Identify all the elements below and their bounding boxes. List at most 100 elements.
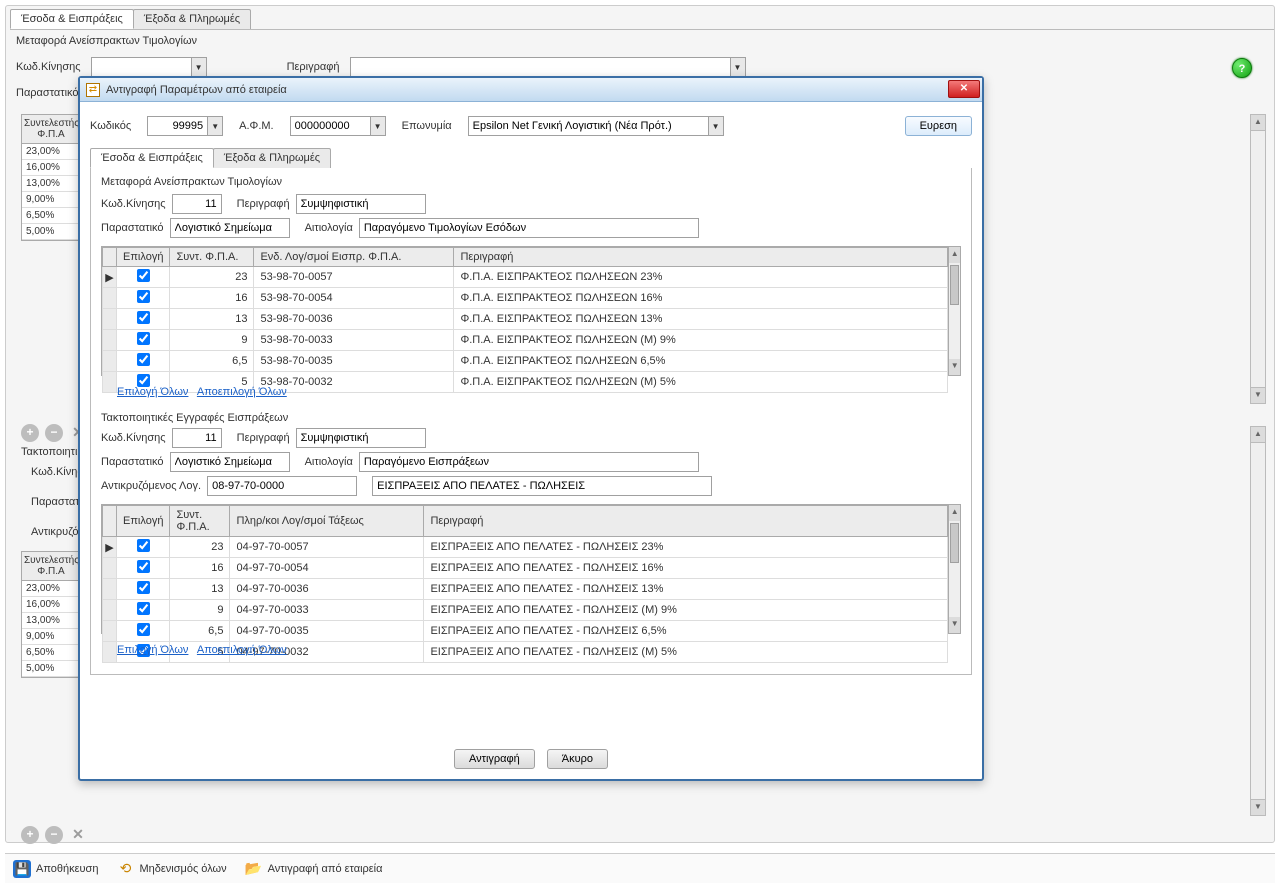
row-account: 53-98-70-0035	[254, 351, 454, 372]
sec2-kod-label: Κωδ.Κίνησης	[101, 432, 166, 444]
row-checkbox[interactable]	[137, 602, 150, 615]
bg-tab-expenses[interactable]: Έξοδα & Πληρωμές	[133, 9, 251, 29]
table-row[interactable]: 953-98-70-0033Φ.Π.Α. ΕΙΣΠΡΑΚΤΕΟΣ ΠΩΛΗΣΕΩ…	[103, 330, 948, 351]
modal-tab-expenses[interactable]: Έξοδα & Πληρωμές	[213, 148, 331, 168]
chevron-down-icon[interactable]: ▼	[370, 116, 386, 136]
sec1-ait-label: Αιτιολογία	[305, 222, 353, 234]
modal-tab-income[interactable]: Έσοδα & Εισπράξεις	[90, 148, 214, 168]
row-desc: Φ.Π.Α. ΕΙΣΠΡΑΚΤΕΟΣ ΠΩΛΗΣΕΩΝ 6,5%	[454, 351, 948, 372]
table-row[interactable]: ▶2304-97-70-0057ΕΙΣΠΡΑΞΕΙΣ ΑΠΟ ΠΕΛΑΤΕΣ -…	[103, 537, 948, 558]
row-checkbox[interactable]	[137, 581, 150, 594]
help-icon[interactable]: ?	[1232, 58, 1252, 78]
sec1-par-input[interactable]	[170, 218, 290, 238]
bg-scrollbar-2[interactable]: ▲▼	[1250, 426, 1266, 816]
row-handle[interactable]	[103, 600, 117, 621]
afm-combo[interactable]: ▼	[290, 116, 386, 136]
row-handle[interactable]	[103, 579, 117, 600]
row-rate: 9	[170, 330, 254, 351]
sec1-select-all[interactable]: Επιλογή Όλων	[117, 386, 188, 398]
chevron-down-icon[interactable]: ▼	[191, 57, 207, 77]
sec1-scrollbar[interactable]: ▲▼	[948, 247, 960, 375]
bg-kod-kinisis-combo[interactable]: ▼	[91, 57, 207, 77]
sec2-ant-desc[interactable]	[372, 476, 712, 496]
table-row[interactable]: ▶2353-98-70-0057Φ.Π.Α. ΕΙΣΠΡΑΚΤΕΟΣ ΠΩΛΗΣ…	[103, 267, 948, 288]
reset-all-button[interactable]: ⟲ Μηδενισμός όλων	[116, 860, 226, 878]
row-checkbox[interactable]	[137, 269, 150, 282]
row-handle[interactable]	[103, 621, 117, 642]
row-handle[interactable]	[103, 330, 117, 351]
cancel-button[interactable]: Άκυρο	[547, 749, 608, 769]
row-checkbox[interactable]	[137, 353, 150, 366]
sec2-select-all[interactable]: Επιλογή Όλων	[117, 644, 188, 656]
bg-perigrafi-combo[interactable]: ▼	[350, 57, 746, 77]
bg-kod-kinisis-label: Κωδ.Κίνησης	[16, 61, 81, 73]
sec2-ant-input[interactable]	[207, 476, 357, 496]
sec2-ait-label: Αιτιολογία	[305, 456, 353, 468]
sec1-deselect-all[interactable]: Αποεπιλογή Όλων	[197, 386, 287, 398]
row-handle[interactable]	[103, 288, 117, 309]
eponimia-combo[interactable]: ▼	[468, 116, 724, 136]
table-row[interactable]: 904-97-70-0033ΕΙΣΠΡΑΞΕΙΣ ΑΠΟ ΠΕΛΑΤΕΣ - Π…	[103, 600, 948, 621]
row-checkbox[interactable]	[137, 332, 150, 345]
sec1-ait-input[interactable]	[359, 218, 699, 238]
table-row[interactable]: 1353-98-70-0036Φ.Π.Α. ΕΙΣΠΡΑΚΤΕΟΣ ΠΩΛΗΣΕ…	[103, 309, 948, 330]
sec2-deselect-all[interactable]: Αποεπιλογή Όλων	[197, 644, 287, 656]
row-handle[interactable]	[103, 558, 117, 579]
table-row[interactable]: 1304-97-70-0036ΕΙΣΠΡΑΞΕΙΣ ΑΠΟ ΠΕΛΑΤΕΣ - …	[103, 579, 948, 600]
row-account: 53-98-70-0057	[254, 267, 454, 288]
row-handle[interactable]	[103, 642, 117, 663]
search-button[interactable]: Ευρεση	[905, 116, 972, 136]
chevron-down-icon[interactable]: ▼	[730, 57, 746, 77]
save-button[interactable]: 💾 Αποθήκευση	[13, 860, 98, 878]
sec2-ait-input[interactable]	[359, 452, 699, 472]
sec1-per-input[interactable]	[296, 194, 426, 214]
add-icon[interactable]: +	[21, 424, 39, 442]
row-rate: 16	[170, 288, 254, 309]
row-checkbox[interactable]	[137, 560, 150, 573]
close-button[interactable]: ✕	[948, 80, 980, 98]
row-handle[interactable]	[103, 372, 117, 393]
bg-scrollbar[interactable]: ▲▼	[1250, 114, 1266, 404]
table-row[interactable]: 1653-98-70-0054Φ.Π.Α. ΕΙΣΠΡΑΚΤΕΟΣ ΠΩΛΗΣΕ…	[103, 288, 948, 309]
close-icon[interactable]: ✕	[69, 826, 87, 844]
remove-icon[interactable]: −	[45, 424, 63, 442]
row-rate: 6,5	[170, 621, 230, 642]
bg-tab-income[interactable]: Έσοδα & Εισπράξεις	[10, 9, 134, 29]
sec2-kod-input[interactable]	[172, 428, 222, 448]
chevron-down-icon[interactable]: ▼	[708, 116, 724, 136]
row-checkbox[interactable]	[137, 290, 150, 303]
row-desc: ΕΙΣΠΡΑΞΕΙΣ ΑΠΟ ΠΕΛΑΤΕΣ - ΠΩΛΗΣΕΙΣ (Μ) 9%	[424, 600, 948, 621]
chevron-down-icon[interactable]: ▼	[207, 116, 223, 136]
row-handle[interactable]: ▶	[103, 267, 117, 288]
sec1-kod-input[interactable]	[172, 194, 222, 214]
kodikos-combo[interactable]: ▼	[147, 116, 223, 136]
bg-rates-grid-1: Συντελεστής Φ.Π.Α 23,00% 16,00% 13,00% 9…	[21, 114, 81, 241]
row-desc: ΕΙΣΠΡΑΞΕΙΣ ΑΠΟ ΠΕΛΑΤΕΣ - ΠΩΛΗΣΕΙΣ 6,5%	[424, 621, 948, 642]
reset-icon: ⟲	[116, 860, 134, 878]
copy-from-company-button[interactable]: 📂 Αντιγραφή από εταιρεία	[245, 860, 383, 878]
add-icon[interactable]: +	[21, 826, 39, 844]
remove-icon[interactable]: −	[45, 826, 63, 844]
kodikos-input[interactable]	[147, 116, 207, 136]
sec2-title: Τακτοποιητικές Εγγραφές Εισπράξεων	[101, 410, 961, 426]
row-handle[interactable]: ▶	[103, 537, 117, 558]
row-desc: Φ.Π.Α. ΕΙΣΠΡΑΚΤΕΟΣ ΠΩΛΗΣΕΩΝ (Μ) 5%	[454, 372, 948, 393]
afm-input[interactable]	[290, 116, 370, 136]
table-row[interactable]: 1604-97-70-0054ΕΙΣΠΡΑΞΕΙΣ ΑΠΟ ΠΕΛΑΤΕΣ - …	[103, 558, 948, 579]
kodikos-label: Κωδικός	[90, 120, 131, 132]
row-desc: Φ.Π.Α. ΕΙΣΠΡΑΚΤΕΟΣ ΠΩΛΗΣΕΩΝ (Μ) 9%	[454, 330, 948, 351]
copy-button[interactable]: Αντιγραφή	[454, 749, 535, 769]
row-checkbox[interactable]	[137, 311, 150, 324]
row-checkbox[interactable]	[137, 623, 150, 636]
table-row[interactable]: 6,504-97-70-0035ΕΙΣΠΡΑΞΕΙΣ ΑΠΟ ΠΕΛΑΤΕΣ -…	[103, 621, 948, 642]
row-rate: 23	[170, 537, 230, 558]
sec2-scrollbar[interactable]: ▲▼	[948, 505, 960, 633]
row-handle[interactable]	[103, 309, 117, 330]
copy-params-modal: ⇄ Αντιγραφή Παραμέτρων από εταιρεία ✕ Κω…	[78, 76, 984, 781]
table-row[interactable]: 6,553-98-70-0035Φ.Π.Α. ΕΙΣΠΡΑΚΤΕΟΣ ΠΩΛΗΣ…	[103, 351, 948, 372]
sec2-per-input[interactable]	[296, 428, 426, 448]
sec2-par-input[interactable]	[170, 452, 290, 472]
eponimia-input[interactable]	[468, 116, 708, 136]
row-handle[interactable]	[103, 351, 117, 372]
row-checkbox[interactable]	[137, 539, 150, 552]
